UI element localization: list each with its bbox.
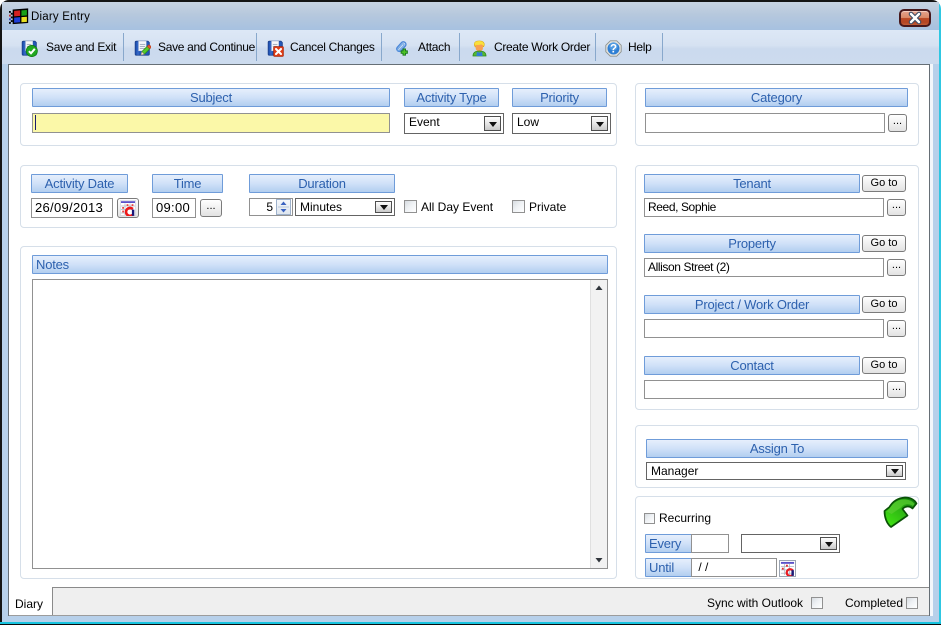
svg-text:?: ? xyxy=(610,44,617,56)
